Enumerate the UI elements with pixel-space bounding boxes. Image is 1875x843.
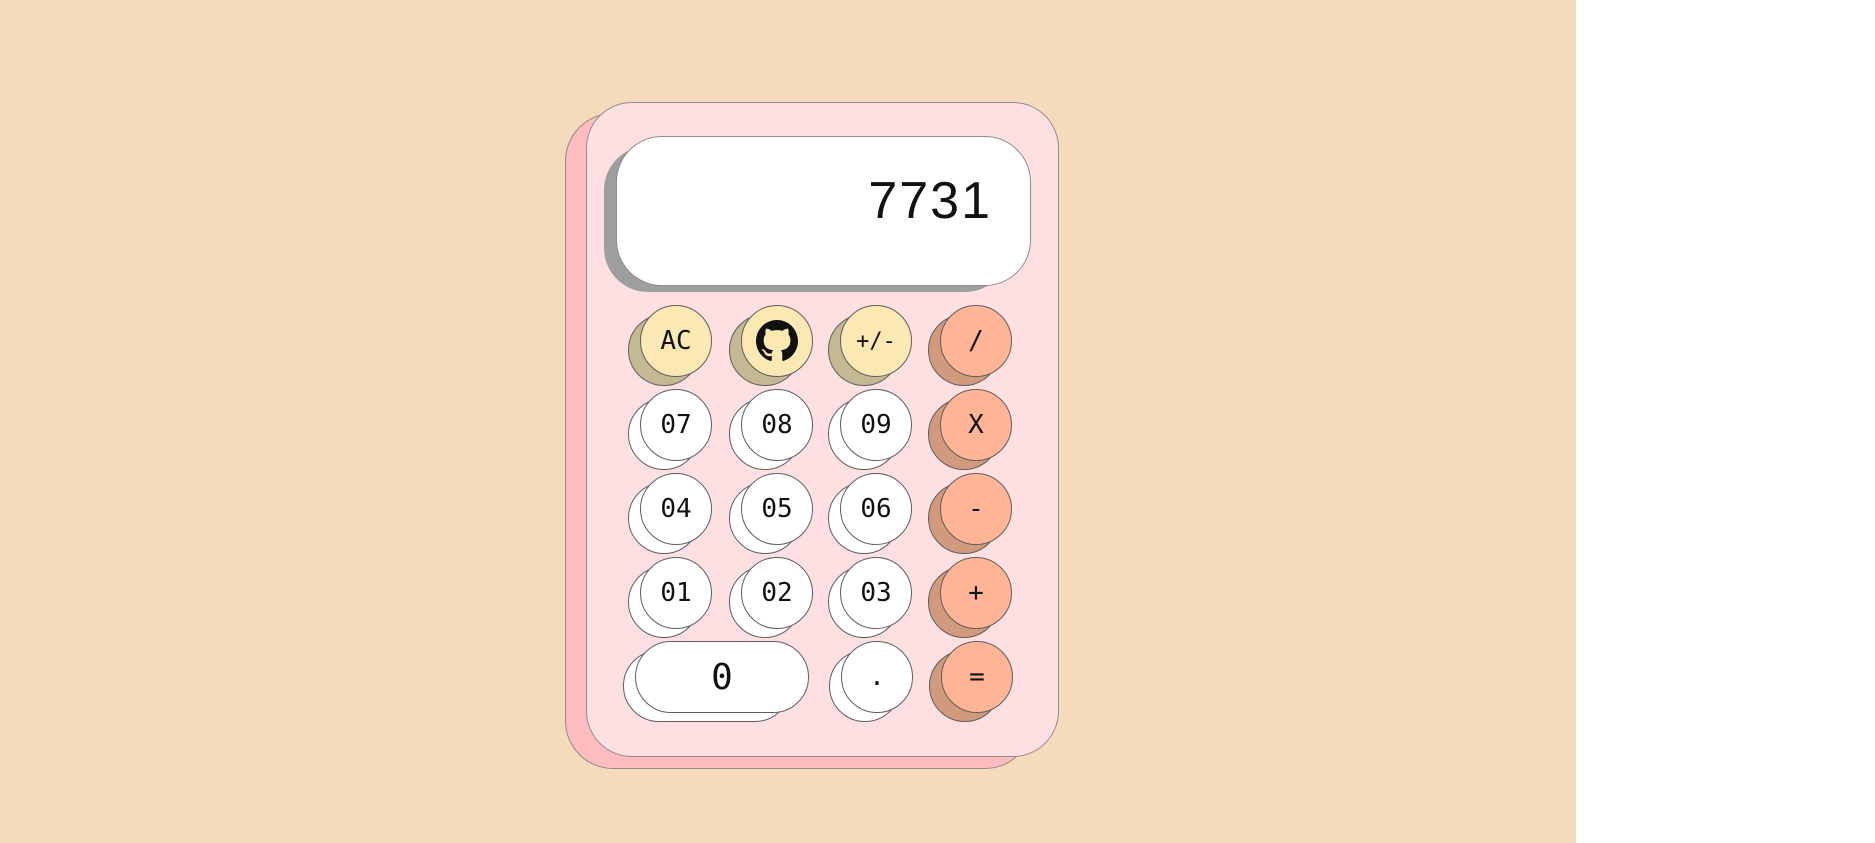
digit-4-label: 04 <box>640 473 712 545</box>
add-button[interactable]: + <box>928 557 1012 638</box>
digit-6-label: 06 <box>840 473 912 545</box>
equals-button[interactable]: = <box>929 641 1013 722</box>
add-label: + <box>940 557 1012 629</box>
digit-3-label: 03 <box>840 557 912 629</box>
divide-button[interactable]: / <box>928 305 1012 386</box>
digit-6-button[interactable]: 06 <box>828 473 912 554</box>
digit-0-label: 0 <box>635 641 809 713</box>
digit-9-label: 09 <box>840 389 912 461</box>
digit-8-label: 08 <box>741 389 813 461</box>
digit-7-label: 07 <box>640 389 712 461</box>
equals-label: = <box>941 641 1013 713</box>
digit-1-button[interactable]: 01 <box>628 557 712 638</box>
ac-button[interactable]: AC <box>628 305 712 386</box>
digit-4-button[interactable]: 04 <box>628 473 712 554</box>
github-icon <box>756 320 798 361</box>
multiply-label: X <box>940 389 1012 461</box>
github-button[interactable] <box>729 305 813 386</box>
digit-2-button[interactable]: 02 <box>729 557 813 638</box>
divide-label: / <box>940 305 1012 377</box>
digit-5-label: 05 <box>741 473 813 545</box>
subtract-button[interactable]: - <box>928 473 1012 554</box>
ac-label: AC <box>640 305 712 377</box>
display-value: 7731 <box>868 172 992 230</box>
digit-0-button[interactable]: 0 <box>623 641 809 722</box>
subtract-label: - <box>940 473 1012 545</box>
sign-toggle-button[interactable]: +/- <box>828 305 912 386</box>
digit-2-label: 02 <box>741 557 813 629</box>
digit-7-button[interactable]: 07 <box>628 389 712 470</box>
decimal-point-label: . <box>841 641 913 713</box>
multiply-button[interactable]: X <box>928 389 1012 470</box>
digit-8-button[interactable]: 08 <box>729 389 813 470</box>
digit-3-button[interactable]: 03 <box>828 557 912 638</box>
sign-toggle-label: +/- <box>840 305 912 377</box>
digit-1-label: 01 <box>640 557 712 629</box>
digit-9-button[interactable]: 09 <box>828 389 912 470</box>
digit-5-button[interactable]: 05 <box>729 473 813 554</box>
calculator-display: 7731 <box>616 136 1031 286</box>
decimal-point-button[interactable]: . <box>829 641 913 722</box>
